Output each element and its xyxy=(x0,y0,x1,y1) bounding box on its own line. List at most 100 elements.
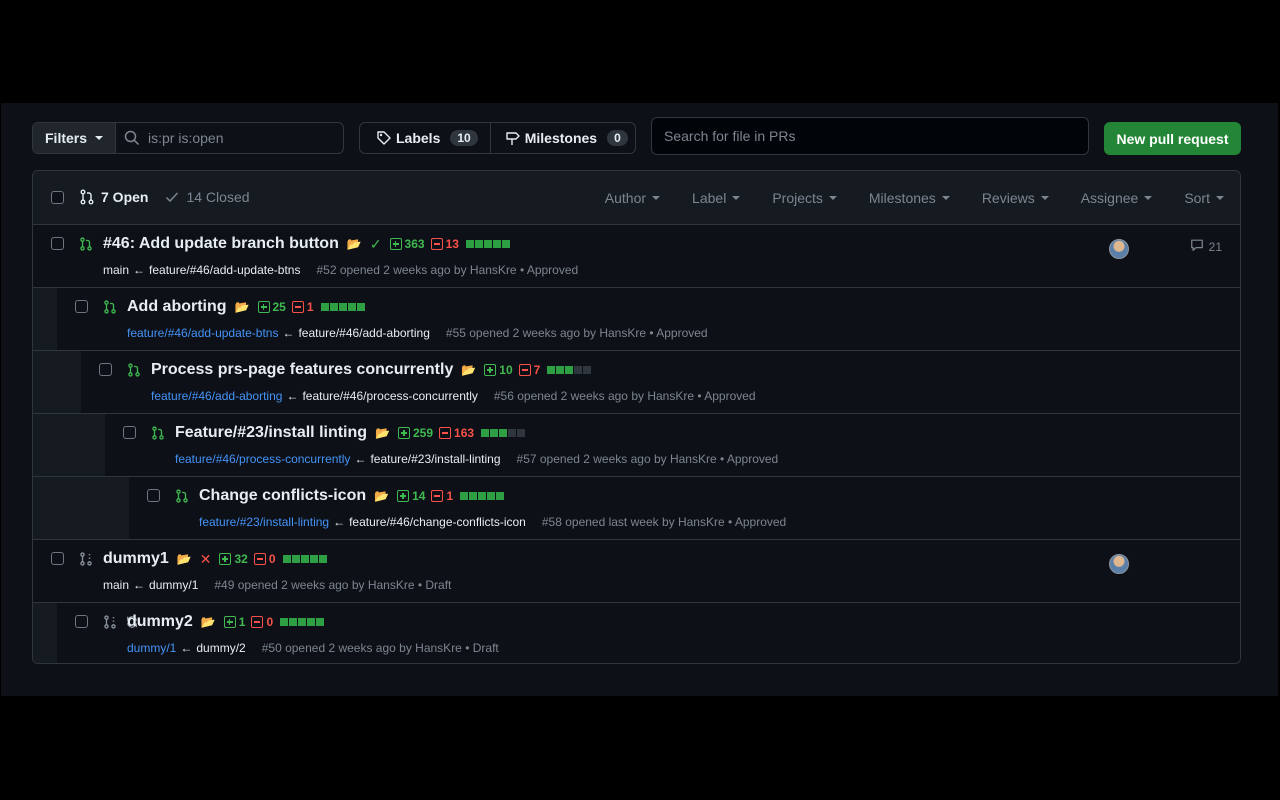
base-branch-link[interactable]: dummy/1 xyxy=(127,641,176,655)
diff-bar-segment xyxy=(298,618,307,626)
pr-title-link[interactable]: Process prs-page features concurrently xyxy=(151,361,453,379)
diff-bar-segment xyxy=(499,429,508,437)
diff-bar-segment xyxy=(583,366,592,374)
head-branch-label[interactable]: feature/#46/add-aborting xyxy=(298,326,429,340)
tag-icon xyxy=(377,131,391,145)
base-branch-link[interactable]: feature/#46/add-aborting xyxy=(151,389,282,403)
pr-meta: #50 opened 2 weeks ago by HansKre • Draf… xyxy=(261,641,499,655)
state-toggles: 7 Open 14 Closed xyxy=(79,189,250,205)
folder-icon[interactable]: 📂 xyxy=(177,552,192,566)
diff-bar xyxy=(547,366,592,374)
pull-request-row[interactable]: Change conflicts-icon 📂 14 1 feature/#23… xyxy=(33,477,1240,540)
pr-meta: #56 opened 2 weeks ago by HansKre • Appr… xyxy=(493,389,756,403)
folder-icon[interactable]: 📂 xyxy=(235,300,250,314)
diff-bar-segment xyxy=(508,429,517,437)
base-branch-link[interactable]: main xyxy=(103,263,129,277)
head-branch-label[interactable]: dummy/2 xyxy=(196,641,245,655)
comments-link[interactable]: 21 xyxy=(1190,238,1222,255)
additions-count: 259 xyxy=(413,426,434,440)
chevron-down-icon xyxy=(1144,196,1153,200)
diff-bar-segment xyxy=(517,429,526,437)
pull-request-row[interactable]: Feature/#23/install linting 📂 259 163 fe… xyxy=(33,414,1240,477)
diff-bar-segment xyxy=(329,303,338,311)
new-pull-request-button[interactable]: New pull request xyxy=(1104,122,1241,155)
base-branch-link[interactable]: feature/#23/install-linting xyxy=(199,515,329,529)
additions-count: 14 xyxy=(412,489,426,503)
deletions-count: 1 xyxy=(306,300,314,314)
additions-count: 32 xyxy=(234,552,248,566)
pr-title-link[interactable]: dummy1 xyxy=(103,550,169,568)
author-filter-label: Author xyxy=(604,190,647,206)
pr-title-link[interactable]: Change conflicts-icon xyxy=(199,487,366,505)
row-checkbox[interactable] xyxy=(99,363,112,376)
label-filter-label: Label xyxy=(692,190,727,206)
search-files-input[interactable]: Search for file in PRs xyxy=(651,117,1089,155)
pr-title-link[interactable]: #46: Add update branch button xyxy=(103,235,339,253)
diff-bar-segment xyxy=(338,303,347,311)
head-branch-label[interactable]: feature/#46/change-conflicts-icon xyxy=(349,515,526,529)
milestone-icon xyxy=(506,132,520,145)
labels-label: Labels xyxy=(396,130,441,146)
pr-title-link[interactable]: dummy2 xyxy=(127,613,193,631)
reviews-filter[interactable]: Reviews xyxy=(982,190,1049,206)
deletions-count: 0 xyxy=(266,615,274,629)
pr-title-link[interactable]: Feature/#23/install linting xyxy=(175,424,367,442)
row-checkbox[interactable] xyxy=(51,552,64,565)
folder-icon[interactable]: 📂 xyxy=(201,615,216,629)
row-checkbox[interactable] xyxy=(75,300,88,313)
pull-request-row[interactable]: Process prs-page features concurrently 📂… xyxy=(33,351,1240,414)
base-branch-link[interactable]: main xyxy=(103,578,129,592)
avatar[interactable] xyxy=(1109,239,1129,259)
pull-request-row[interactable]: dummy1 📂 ✕ 32 0 main ← dummy/1 #49 opene… xyxy=(33,540,1240,603)
base-branch-link[interactable]: feature/#46/process-concurrently xyxy=(175,452,350,466)
assignee-filter-label: Assignee xyxy=(1080,190,1139,206)
select-all-checkbox[interactable] xyxy=(51,191,64,204)
pull-request-row[interactable]: dummy2 📂 1 0 dummy/1 ← dummy/2 #50 opene… xyxy=(33,603,1240,663)
pull-request-icon xyxy=(151,426,165,440)
row-checkbox[interactable] xyxy=(51,237,64,250)
diff-bar xyxy=(282,555,327,563)
filter-query-text: is:pr is:open xyxy=(148,130,224,146)
filters-button[interactable]: Filters xyxy=(33,123,116,153)
nesting-indent xyxy=(33,603,57,663)
folder-icon[interactable]: 📂 xyxy=(374,489,389,503)
head-branch-label[interactable]: feature/#46/process-concurrently xyxy=(302,389,477,403)
additions-count: 363 xyxy=(404,237,425,251)
plus-square-icon xyxy=(257,301,270,313)
diff-bar-segment xyxy=(492,240,501,248)
head-branch-label[interactable]: feature/#23/install-linting xyxy=(370,452,500,466)
avatar[interactable] xyxy=(1109,554,1129,574)
row-checkbox[interactable] xyxy=(123,426,136,439)
pull-request-row[interactable]: Add aborting 📂 25 1 feature/#46/add-upda… xyxy=(33,288,1240,351)
nesting-indent xyxy=(33,414,105,476)
row-checkbox[interactable] xyxy=(75,615,88,628)
author-filter[interactable]: Author xyxy=(604,190,661,206)
pull-request-row[interactable]: #46: Add update branch button 📂 ✓ 363 13… xyxy=(33,225,1240,288)
folder-icon[interactable]: 📂 xyxy=(347,237,362,251)
milestones-button[interactable]: Milestones 0 xyxy=(489,123,635,153)
pr-meta: #58 opened last week by HansKre • Approv… xyxy=(541,515,787,529)
filter-query-input[interactable]: is:pr is:open xyxy=(116,123,343,153)
base-branch-link[interactable]: feature/#46/add-update-btns xyxy=(127,326,278,340)
milestones-count-badge: 0 xyxy=(607,130,628,146)
label-filter[interactable]: Label xyxy=(692,190,741,206)
head-branch-label[interactable]: feature/#46/add-update-btns xyxy=(149,263,300,277)
closed-filter[interactable]: 14 Closed xyxy=(164,189,250,205)
labels-button[interactable]: Labels 10 xyxy=(360,123,490,153)
sort-filter[interactable]: Sort xyxy=(1184,190,1224,206)
minus-square-icon xyxy=(439,427,452,439)
head-branch-label[interactable]: dummy/1 xyxy=(149,578,198,592)
folder-icon[interactable]: 📂 xyxy=(375,426,390,440)
milestones-filter-label: Milestones xyxy=(868,190,936,206)
folder-icon[interactable]: 📂 xyxy=(461,363,476,377)
assignee-filter[interactable]: Assignee xyxy=(1081,190,1153,206)
row-checkbox[interactable] xyxy=(147,489,160,502)
open-filter[interactable]: 7 Open xyxy=(79,189,148,205)
chevron-down-icon xyxy=(652,196,661,200)
diff-bar-segment xyxy=(496,492,505,500)
diff-bar xyxy=(280,618,325,626)
milestones-filter[interactable]: Milestones xyxy=(869,190,950,206)
pr-title-link[interactable]: Add aborting xyxy=(127,298,227,316)
diff-bar-segment xyxy=(483,240,492,248)
projects-filter[interactable]: Projects xyxy=(772,190,837,206)
